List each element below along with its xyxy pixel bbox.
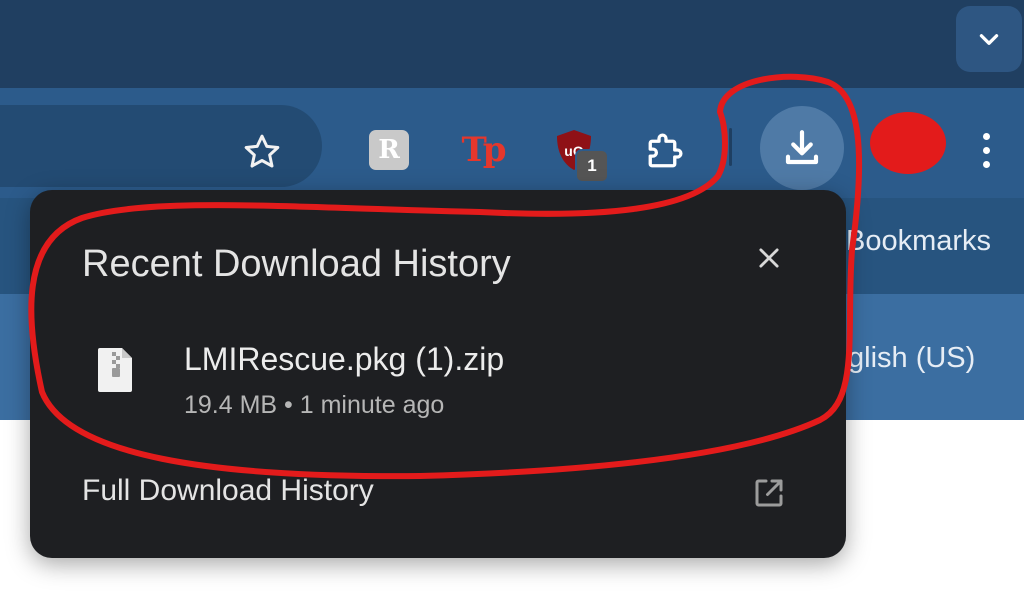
zip-file-icon [96,346,136,394]
tp-extension-icon: Tp [461,130,506,170]
download-item-name[interactable]: LMIRescue.pkg (1).zip [184,341,504,378]
full-download-history-link[interactable]: Full Download History [82,474,374,508]
star-icon [244,134,280,168]
download-icon [785,130,819,165]
extensions-button[interactable] [640,124,692,176]
popup-title: Recent Download History [82,243,511,285]
more-vert-icon [982,132,990,140]
r-extension-button[interactable]: R [363,124,415,176]
close-icon [759,248,779,268]
open-full-history-button[interactable] [746,470,792,516]
chevron-down-icon [979,34,999,45]
ublock-badge: 1 [575,149,609,183]
bookmark-star-button[interactable] [238,128,286,176]
toolbar-divider [729,128,732,166]
profile-avatar[interactable] [870,112,946,174]
bookmarks-folder[interactable]: Bookmarks [846,225,991,258]
download-item-meta: 19.4 MB • 1 minute ago [184,391,445,419]
tp-extension-button[interactable]: Tp [456,124,508,176]
open-in-new-icon [755,479,783,507]
close-button[interactable] [748,237,790,279]
tab-search-button[interactable] [956,6,1022,72]
r-extension-icon: R [369,130,409,170]
browser-menu-button[interactable] [966,124,1006,176]
menu-dot [982,160,990,168]
tab-strip [0,0,1024,88]
downloads-button[interactable] [760,106,844,190]
language-selector[interactable]: glish (US) [848,342,975,375]
puzzle-icon [648,133,683,168]
menu-dot [982,146,990,154]
